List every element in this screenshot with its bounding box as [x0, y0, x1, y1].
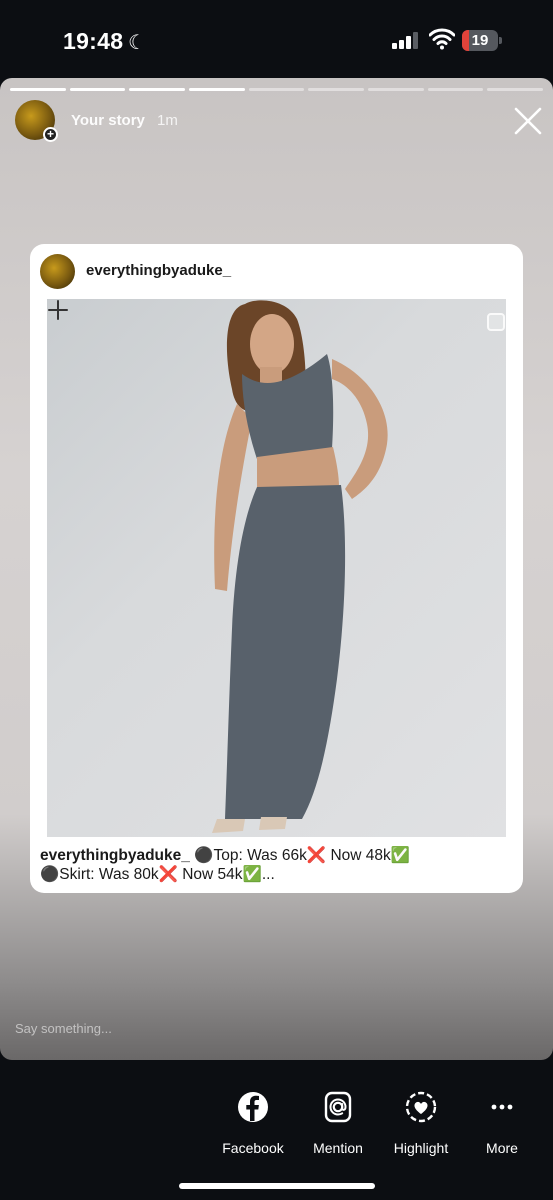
- story-progress-segment: [248, 88, 305, 91]
- battery-icon: 19: [462, 30, 502, 51]
- story-progress-segment: [129, 88, 186, 91]
- plus-icon[interactable]: [47, 299, 69, 321]
- story-username[interactable]: Your story: [71, 112, 145, 129]
- signal-bar: [413, 32, 418, 49]
- story-progress-segment: [368, 88, 424, 91]
- share-bar: Facebook Mention Highlight More: [0, 1060, 553, 1200]
- story-progress-segment: [189, 88, 245, 91]
- story-progress-segment: [69, 88, 126, 91]
- share-highlight-label: Highlight: [393, 1140, 449, 1156]
- story-progress-segment: [487, 88, 544, 91]
- mention-icon: [324, 1091, 352, 1123]
- story-timestamp: 1m: [157, 112, 178, 129]
- share-facebook-button[interactable]: Facebook: [208, 1090, 298, 1156]
- signal-bar: [406, 36, 411, 49]
- share-more-label: More: [486, 1140, 518, 1156]
- signal-bar: [392, 43, 397, 49]
- share-highlight-button[interactable]: Highlight: [376, 1090, 466, 1156]
- share-more-button[interactable]: More: [457, 1090, 547, 1156]
- battery-level: 19: [471, 32, 489, 49]
- status-bar: 19:48 ☾ 19: [0, 0, 553, 78]
- story-progress-segment: [10, 88, 66, 91]
- moon-icon: ☾: [128, 32, 146, 54]
- story-progress-bar: [10, 88, 544, 91]
- share-mention-label: Mention: [313, 1140, 363, 1156]
- reply-input[interactable]: Say something...: [15, 1021, 112, 1036]
- share-facebook-label: Facebook: [222, 1140, 284, 1156]
- story-progress-segment: [308, 88, 365, 91]
- story-viewer[interactable]: + Your story 1m everythingbyaduke_ every…: [0, 78, 553, 1060]
- status-time: 19:48: [63, 28, 124, 54]
- share-mention-button[interactable]: Mention: [293, 1090, 383, 1156]
- add-story-icon[interactable]: +: [43, 127, 58, 142]
- post-author-username[interactable]: everythingbyaduke_: [86, 262, 231, 279]
- post-photo-illustration: [212, 300, 388, 833]
- more-icon: [491, 1104, 513, 1110]
- signal-icon: [392, 31, 420, 49]
- highlight-icon: [405, 1091, 437, 1123]
- caption-username[interactable]: everythingbyaduke_: [40, 847, 190, 864]
- caption-line-2: ⚫Skirt: Was 80k❌ Now 54k✅...: [40, 866, 275, 883]
- caption-line-1: ⚫Top: Was 66k❌ Now 48k✅: [189, 847, 411, 864]
- story-progress-segment: [427, 88, 484, 91]
- post-caption[interactable]: everythingbyaduke_ ⚫Top: Was 66k❌ Now 48…: [40, 846, 515, 884]
- facebook-icon: [238, 1092, 268, 1122]
- wifi-icon: [429, 28, 455, 50]
- select-checkbox-icon[interactable]: [487, 313, 505, 331]
- home-indicator[interactable]: [179, 1183, 375, 1189]
- post-photo[interactable]: [47, 299, 506, 837]
- post-author-avatar[interactable]: [40, 254, 75, 289]
- close-icon[interactable]: [513, 106, 543, 136]
- signal-bar: [399, 40, 404, 49]
- shared-post-card[interactable]: everythingbyaduke_ everythingbyaduke_ ⚫T…: [30, 244, 523, 893]
